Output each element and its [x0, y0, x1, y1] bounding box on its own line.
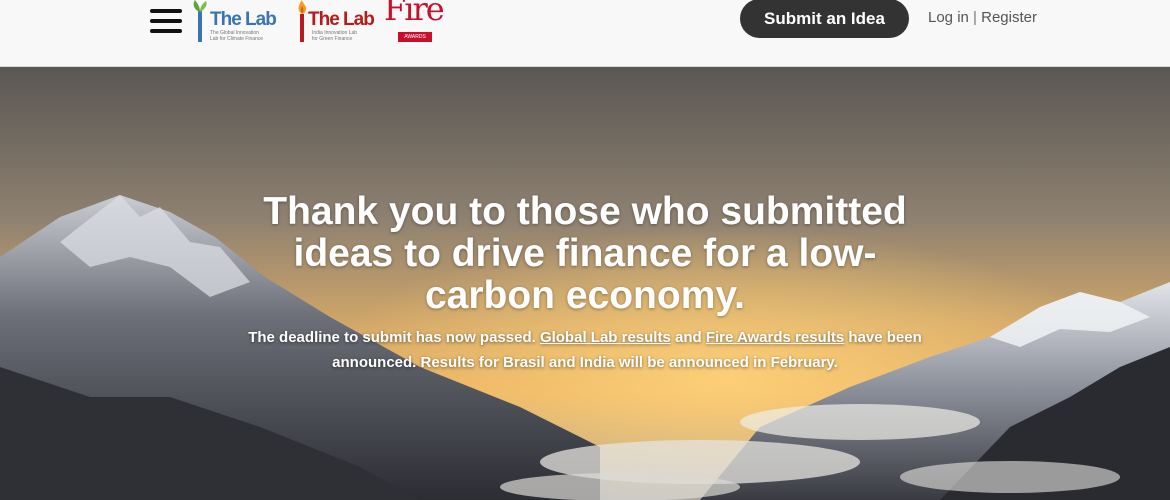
hero-message-and: and [670, 329, 706, 346]
india-lab-subtitle-line2: for Green Finance [312, 36, 353, 42]
global-lab-results-link[interactable]: Global Lab results [540, 329, 671, 346]
fire-logo-wordmark: Fire [384, 0, 445, 28]
login-link[interactable]: Log in [928, 9, 969, 26]
auth-separator: | [973, 9, 977, 26]
fire-awards-results-link[interactable]: Fire Awards results [706, 329, 844, 346]
india-lab-title: The Lab [308, 9, 375, 30]
auth-links: Log in | Register [928, 9, 1037, 26]
hero-message: The deadline to submit has now passed. G… [235, 325, 935, 375]
global-lab-subtitle: The Global Innovation Lab for Climate Fi… [210, 30, 263, 42]
global-lab-subtitle-line2: Lab for Climate Finance [210, 36, 264, 42]
india-lab-subtitle: India Innovation Lab for Green Finance [312, 30, 357, 42]
submit-idea-button[interactable]: Submit an Idea [740, 0, 909, 38]
register-link[interactable]: Register [981, 9, 1037, 26]
global-lab-title: The Lab [210, 9, 277, 30]
site-header: The Lab The Global Innovation Lab for Cl… [0, 0, 1170, 67]
hero-banner: Thank you to those who submitted ideas t… [0, 67, 1170, 500]
hero-headline: Thank you to those who submitted ideas t… [263, 190, 907, 317]
india-lab-logo[interactable]: The Lab India Innovation Lab for Green F… [295, 0, 377, 44]
global-lab-logo[interactable]: The Lab The Global Innovation Lab for Cl… [192, 0, 284, 44]
menu-icon[interactable] [150, 9, 184, 33]
plant-icon [193, 0, 207, 42]
hero-message-intro: The deadline to submit has now passed. [248, 329, 540, 346]
fire-awards-logo[interactable]: Fire AWARDS [382, 0, 445, 44]
fire-awards-badge: AWARDS [398, 32, 432, 42]
